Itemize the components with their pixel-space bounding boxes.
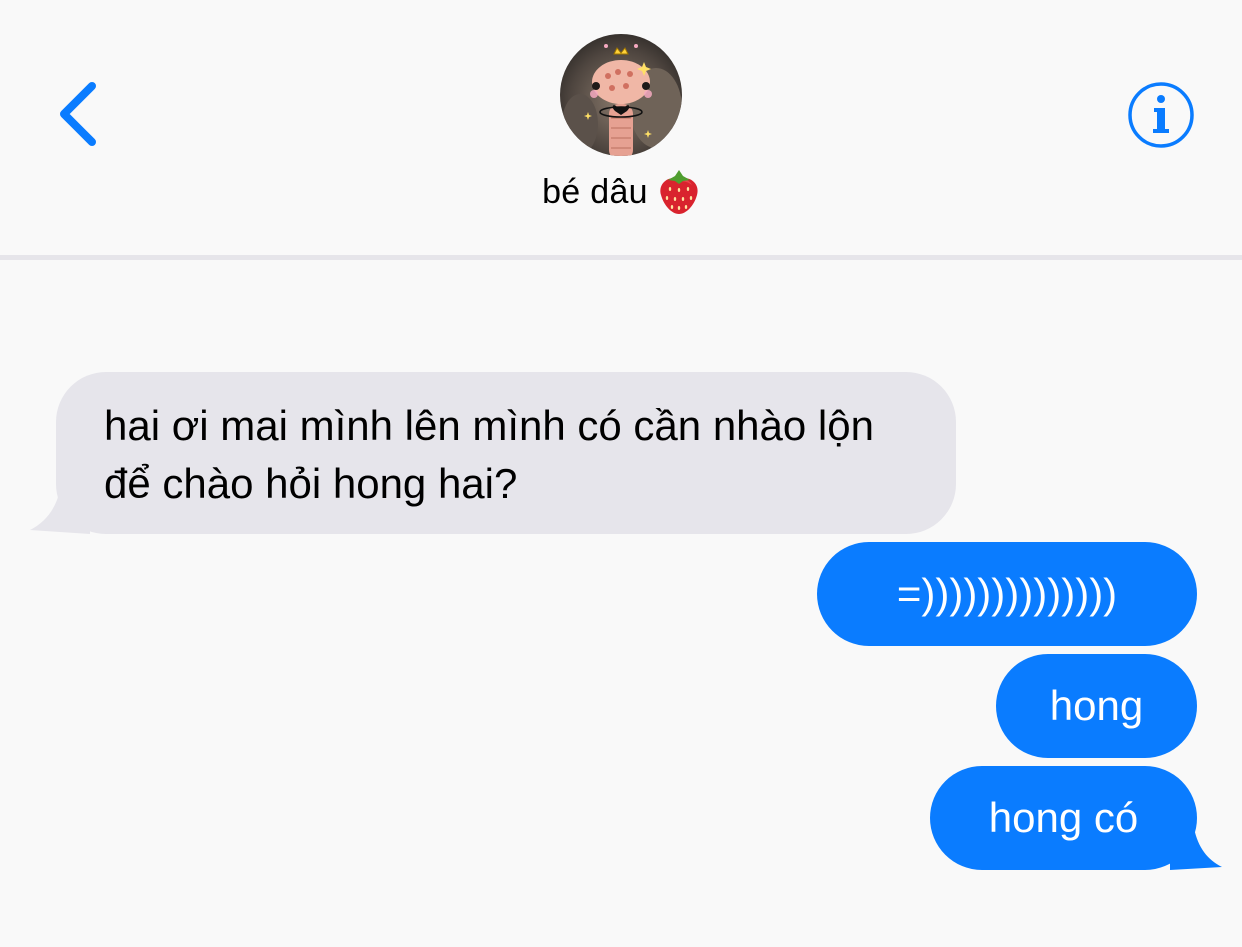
chevron-left-icon bbox=[60, 82, 96, 146]
strawberry-icon bbox=[658, 168, 700, 216]
chat-header: bé dâu bbox=[0, 0, 1242, 256]
outgoing-bubble-tail bbox=[1170, 820, 1222, 870]
outgoing-message[interactable]: hong bbox=[996, 654, 1197, 758]
contact-name-row[interactable]: bé dâu bbox=[0, 164, 1242, 220]
outgoing-message[interactable]: =)))))))))))))) bbox=[817, 542, 1197, 646]
outgoing-message[interactable]: hong có bbox=[930, 766, 1197, 870]
incoming-bubble-tail bbox=[30, 484, 90, 534]
info-icon bbox=[1128, 82, 1194, 148]
incoming-message[interactable]: hai ơi mai mình lên mình có cần nhào lộn… bbox=[56, 372, 956, 534]
back-button[interactable] bbox=[48, 78, 108, 150]
contact-avatar[interactable] bbox=[560, 34, 682, 156]
contact-name: bé dâu bbox=[542, 172, 648, 211]
avatar-image bbox=[560, 34, 682, 156]
header-divider bbox=[0, 255, 1242, 260]
info-button[interactable] bbox=[1126, 80, 1196, 150]
